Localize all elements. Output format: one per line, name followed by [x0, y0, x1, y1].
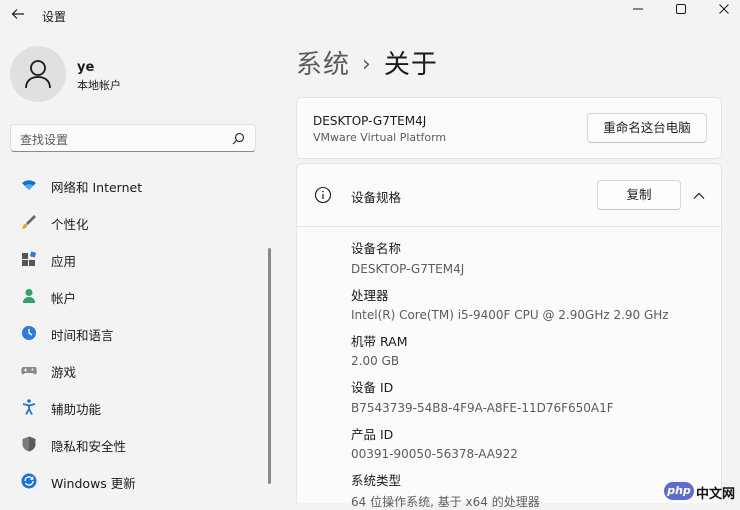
spec-label: 机带 RAM — [351, 334, 408, 349]
spec-label: 系统类型 — [351, 473, 402, 488]
spec-value: 2.00 GB — [351, 354, 400, 368]
user-profile[interactable]: ye 本地帐户 — [10, 46, 250, 102]
chevron-up-icon[interactable] — [689, 186, 709, 206]
spec-label: 设备名称 — [351, 241, 402, 256]
close-icon — [719, 4, 729, 14]
back-button[interactable] — [10, 6, 28, 24]
app-title: 设置 — [42, 10, 67, 24]
apps-icon — [22, 251, 37, 266]
spec-value: 00391-90050-56378-AA922 — [351, 447, 518, 461]
breadcrumb-parent[interactable]: 系统 — [296, 50, 350, 80]
sidebar-item-gaming[interactable]: 游戏 — [10, 351, 262, 388]
sidebar-item-network[interactable]: 网络和 Internet — [10, 166, 262, 203]
minimize-icon — [633, 8, 643, 10]
sidebar-item-time-language[interactable]: 时间和语言 — [10, 314, 262, 351]
person-icon — [25, 60, 51, 89]
maximize-icon — [676, 4, 686, 14]
brush-icon — [22, 215, 36, 229]
update-icon — [21, 473, 37, 489]
person-icon — [23, 289, 35, 303]
spec-value: B7543739-54B8-4F9A-A8FE-11D76F650A1F — [351, 401, 614, 415]
site-watermark: php 中文网 — [664, 482, 740, 502]
search-icon — [232, 132, 245, 145]
accessibility-icon — [22, 399, 36, 415]
device-model: VMware Virtual Platform — [313, 131, 447, 144]
device-specs-title: 设备规格 — [351, 190, 402, 205]
php-logo: php — [664, 482, 694, 500]
sidebar-item-label: 辅助功能 — [51, 402, 102, 417]
device-card: DESKTOP-G7TEM4J VMware Virtual Platform … — [296, 97, 722, 159]
close-button[interactable] — [704, 0, 740, 18]
breadcrumb-separator: › — [362, 52, 372, 77]
device-name: DESKTOP-G7TEM4J — [313, 114, 427, 128]
spec-label: 设备 ID — [351, 380, 394, 395]
shield-icon — [22, 436, 36, 452]
minimize-button[interactable] — [618, 0, 658, 18]
sidebar-item-label: 应用 — [51, 254, 77, 269]
sidebar-item-accessibility[interactable]: 辅助功能 — [10, 388, 262, 425]
sidebar-item-label: 时间和语言 — [51, 328, 114, 343]
sidebar-item-privacy[interactable]: 隐私和安全性 — [10, 425, 262, 462]
sidebar-item-label: 个性化 — [51, 217, 89, 232]
sidebar-item-apps[interactable]: 应用 — [10, 240, 262, 277]
sidebar-nav: 网络和 Internet 个性化 应用 帐户 时间和语言 游戏 辅助功能 隐私和… — [10, 166, 262, 499]
avatar — [10, 46, 66, 102]
globe-clock-icon — [22, 326, 36, 340]
sidebar-item-label: 网络和 Internet — [51, 180, 143, 195]
sidebar-item-accounts[interactable]: 帐户 — [10, 277, 262, 314]
device-specs-header[interactable]: 设备规格 复制 — [297, 164, 721, 227]
sidebar-item-label: 隐私和安全性 — [51, 439, 127, 454]
sidebar-item-personalization[interactable]: 个性化 — [10, 203, 262, 240]
title-bar: 设置 — [0, 0, 740, 32]
account-type: 本地帐户 — [77, 79, 121, 92]
device-specs-card: 设备规格 复制 设备名称 DESKTOP-G7TEM4J 处理器 Intel(R… — [296, 163, 722, 509]
info-icon — [314, 186, 332, 204]
gamepad-icon — [21, 367, 37, 375]
sidebar-item-windows-update[interactable]: Windows 更新 — [10, 462, 262, 499]
spec-label: 处理器 — [351, 288, 389, 303]
wifi-icon — [22, 180, 36, 190]
search-input[interactable]: 查找设置 — [10, 124, 256, 152]
arrow-left-icon — [11, 9, 24, 19]
sidebar-item-label: Windows 更新 — [51, 476, 136, 491]
user-name: ye — [77, 60, 95, 75]
spec-value: Intel(R) Core(TM) i5-9400F CPU @ 2.90GHz… — [351, 308, 669, 322]
maximize-button[interactable] — [661, 0, 701, 18]
rename-pc-button[interactable]: 重命名这台电脑 — [587, 113, 707, 143]
copy-button[interactable]: 复制 — [597, 180, 681, 210]
spec-value: DESKTOP-G7TEM4J — [351, 262, 465, 276]
breadcrumb: 系统 › 关于 — [296, 44, 438, 81]
sidebar-item-label: 帐户 — [51, 291, 77, 306]
search-placeholder: 查找设置 — [20, 133, 69, 147]
page-title: 关于 — [383, 50, 438, 80]
sidebar-scrollbar[interactable] — [268, 248, 271, 484]
spec-label: 产品 ID — [351, 427, 394, 442]
sidebar-item-label: 游戏 — [51, 365, 77, 380]
watermark-text: 中文网 — [696, 487, 736, 502]
